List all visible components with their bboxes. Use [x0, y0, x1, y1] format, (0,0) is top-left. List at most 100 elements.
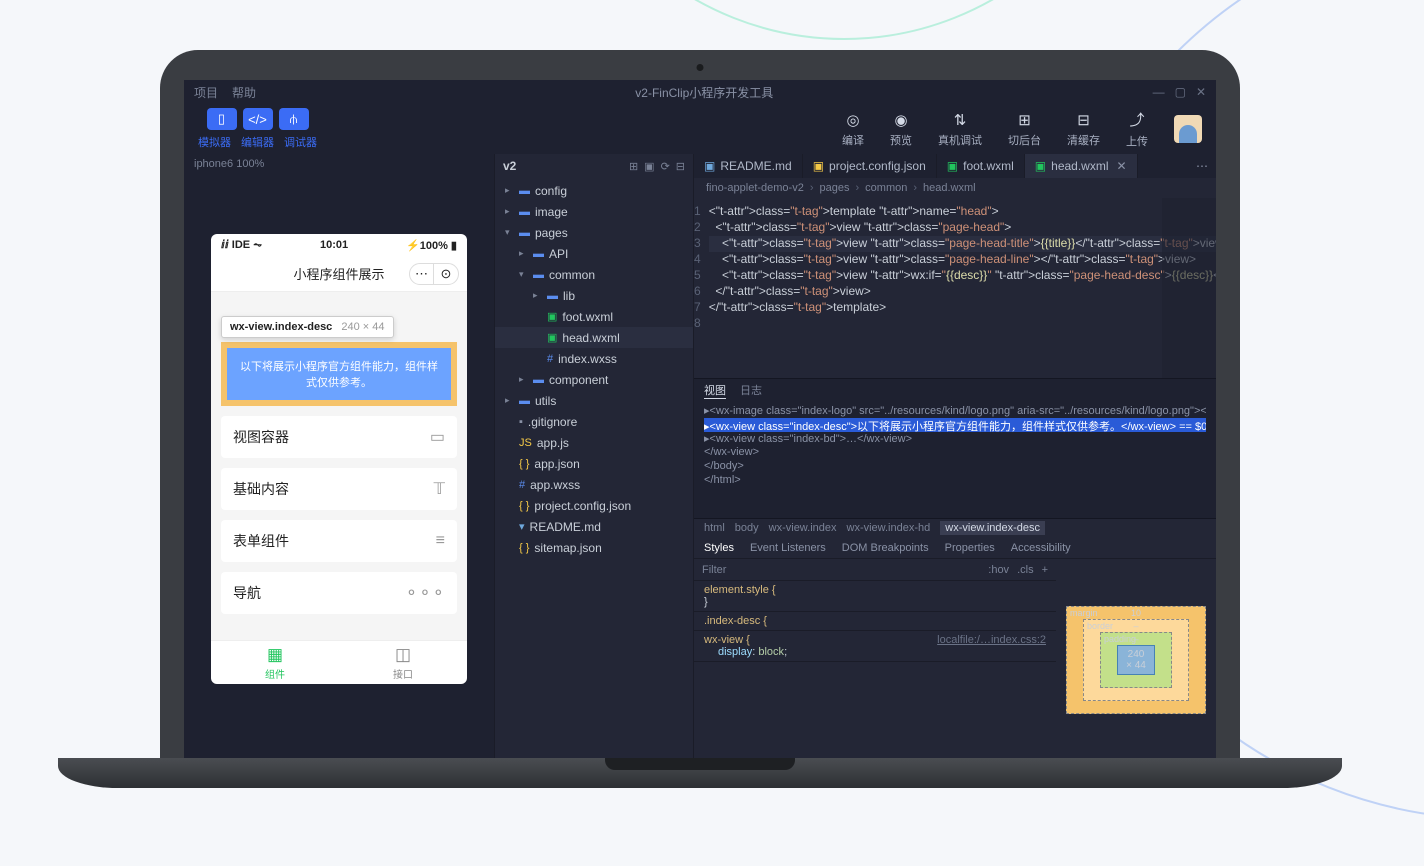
view-tab-simulator[interactable]: ▯ — [207, 108, 237, 130]
code-line[interactable]: </"t-attr">class="t-tag">template> — [709, 300, 1216, 316]
capsule-menu-icon[interactable]: ⋯ — [410, 264, 434, 284]
crumb-item[interactable]: common — [865, 182, 907, 194]
editor-tab[interactable]: ▣head.wxml✕ — [1025, 154, 1138, 178]
tree-node[interactable]: ▾README.md — [495, 516, 693, 537]
dev-crumb-item[interactable]: wx-view.index-desc — [940, 521, 1045, 535]
editor-tab[interactable]: ▣project.config.json — [803, 154, 937, 178]
dom-node[interactable]: ▸<wx-image class="index-logo" src="../re… — [704, 404, 1206, 418]
capsule-button[interactable]: ⋯ ⊙ — [409, 263, 459, 285]
tree-node[interactable]: ▣foot.wxml — [495, 306, 693, 327]
dev-crumb-item[interactable]: body — [735, 522, 759, 534]
dom-tree[interactable]: ▸<wx-image class="index-logo" src="../re… — [694, 402, 1216, 490]
list-item[interactable]: 表单组件≡ — [221, 520, 457, 562]
tabbar-item[interactable]: ◫接口 — [339, 641, 467, 684]
code-lines[interactable]: <"t-attr">class="t-tag">template "t-attr… — [709, 198, 1216, 378]
toolbar-remote-debug[interactable]: ⇅真机调试 — [938, 111, 982, 148]
tabbar-item[interactable]: ▦组件 — [211, 641, 339, 684]
tree-node[interactable]: ▾▬pages — [495, 222, 693, 243]
tree-node[interactable]: ▸▬utils — [495, 390, 693, 411]
cls-toggle[interactable]: .cls — [1017, 564, 1034, 576]
list-item[interactable]: 视图容器▭ — [221, 416, 457, 458]
phone-content[interactable]: wx-view.index-desc 240 × 44 以下将展示小程序官方组件… — [211, 292, 467, 640]
dev-crumb-item[interactable]: wx-view.index-hd — [847, 522, 931, 534]
breadcrumb[interactable]: fino-applet-demo-v2›pages›common›head.wx… — [694, 178, 1216, 198]
dev-crumb-item[interactable]: wx-view.index — [769, 522, 837, 534]
add-rule-icon[interactable]: + — [1042, 564, 1048, 576]
tree-node[interactable]: ▸▬config — [495, 180, 693, 201]
hov-toggle[interactable]: :hov — [988, 564, 1009, 576]
tree-node[interactable]: { }project.config.json — [495, 495, 693, 516]
tree-node[interactable]: JSapp.js — [495, 432, 693, 453]
tree-node[interactable]: { }sitemap.json — [495, 537, 693, 558]
tab-more-icon[interactable]: ⋯ — [1188, 154, 1216, 178]
capsule-close-icon[interactable]: ⊙ — [434, 264, 458, 284]
dev-crumb-item[interactable]: html — [704, 522, 725, 534]
minimize-icon[interactable]: — — [1153, 85, 1165, 99]
refresh-icon[interactable]: ⟳ — [661, 160, 670, 173]
file-tree[interactable]: ▸▬config▸▬image▾▬pages▸▬API▾▬common▸▬lib… — [495, 178, 693, 760]
tree-node[interactable]: { }app.json — [495, 453, 693, 474]
view-tab-debugger[interactable]: ⫛ — [279, 108, 309, 130]
tree-node[interactable]: ▸▬component — [495, 369, 693, 390]
close-icon[interactable]: ✕ — [1196, 85, 1206, 99]
view-tab-editor[interactable]: </> — [243, 108, 273, 130]
style-rule[interactable]: element.style {} — [694, 581, 1056, 612]
minimap[interactable] — [1162, 198, 1216, 378]
crumb-item[interactable]: pages — [820, 182, 850, 194]
dom-node[interactable]: ▸<wx-view class="index-desc">以下将展示小程序官方组… — [704, 418, 1206, 432]
tree-node[interactable]: ▸▬API — [495, 243, 693, 264]
dom-tab-log[interactable]: 日志 — [740, 382, 762, 399]
menu-project[interactable]: 项目 — [194, 84, 218, 101]
dom-tab-view[interactable]: 视图 — [704, 382, 726, 399]
list-item[interactable]: 基础内容𝕋 — [221, 468, 457, 510]
code-line[interactable]: </"t-attr">class="t-tag">view> — [709, 284, 1216, 300]
tree-node[interactable]: ▪.gitignore — [495, 411, 693, 432]
editor-tab[interactable]: ▣README.md — [694, 154, 803, 178]
list-item[interactable]: 导航⚬⚬⚬ — [221, 572, 457, 614]
code-line[interactable]: <"t-attr">class="t-tag">view "t-attr">cl… — [709, 252, 1216, 268]
editor-tab[interactable]: ▣foot.wxml — [937, 154, 1025, 178]
style-rule[interactable]: .index-desc {</span></div><div class="pr… — [694, 612, 1056, 631]
devtools-tab[interactable]: Properties — [945, 542, 995, 554]
dom-node[interactable]: ▸<wx-view class="index-bd">…</wx-view> — [704, 432, 1206, 446]
devtools-crumb[interactable]: html body wx-view.index wx-view.index-hd wx-… — [694, 519, 1216, 537]
styles-filter-input[interactable]: Filter — [702, 564, 726, 576]
new-folder-icon[interactable]: ▣ — [644, 160, 654, 173]
devtools-tab[interactable]: Styles — [704, 542, 734, 554]
dom-node[interactable]: </wx-view> — [704, 446, 1206, 460]
styles-panel[interactable]: Filter :hov .cls + element.style {}.inde… — [694, 559, 1056, 760]
tree-node[interactable]: ▾▬common — [495, 264, 693, 285]
crumb-item[interactable]: head.wxml — [923, 182, 976, 194]
new-file-icon[interactable]: ⊞ — [629, 160, 638, 173]
devtools-tab[interactable]: Accessibility — [1011, 542, 1071, 554]
code-line[interactable]: <"t-attr">class="t-tag">view "t-attr">wx… — [709, 268, 1216, 284]
toolbar-clear-cache[interactable]: ⊟清缓存 — [1067, 111, 1100, 148]
toolbar-background[interactable]: ⊞切后台 — [1008, 111, 1041, 148]
code-line[interactable] — [709, 316, 1216, 332]
toolbar-preview[interactable]: ◉预览 — [890, 111, 912, 148]
dom-node[interactable]: </body> — [704, 460, 1206, 474]
devtools-tab[interactable]: DOM Breakpoints — [842, 542, 929, 554]
avatar[interactable] — [1174, 115, 1202, 143]
tree-node[interactable]: ▣head.wxml — [495, 327, 693, 348]
code-line[interactable]: <"t-attr">class="t-tag">view "t-attr">cl… — [709, 220, 1216, 236]
highlighted-element[interactable]: 以下将展示小程序官方组件能力，组件样式仅供参考。 — [221, 342, 457, 406]
crumb-item[interactable]: fino-applet-demo-v2 — [706, 182, 804, 194]
tree-node[interactable]: #app.wxss — [495, 474, 693, 495]
devtools-tab[interactable]: Event Listeners — [750, 542, 826, 554]
menu-help[interactable]: 帮助 — [232, 84, 256, 101]
tree-root-name[interactable]: v2 — [503, 159, 516, 173]
code-line[interactable]: <"t-attr">class="t-tag">view "t-attr">cl… — [709, 236, 1216, 252]
code-editor[interactable]: 12345678 <"t-attr">class="t-tag">templat… — [694, 198, 1216, 378]
toolbar-compile[interactable]: ◎编译 — [842, 111, 864, 148]
style-rule[interactable]: wx-view {localfile:/…index.css:2display:… — [694, 631, 1056, 662]
tree-node[interactable]: #index.wxss — [495, 348, 693, 369]
tree-node[interactable]: ▸▬image — [495, 201, 693, 222]
collapse-icon[interactable]: ⊟ — [676, 160, 685, 173]
maximize-icon[interactable]: ▢ — [1175, 85, 1186, 99]
tree-node[interactable]: ▸▬lib — [495, 285, 693, 306]
tab-close-icon[interactable]: ✕ — [1117, 159, 1127, 173]
simulator-device-label[interactable]: iphone6 100% — [184, 154, 494, 174]
dom-node[interactable]: </html> — [704, 474, 1206, 488]
code-line[interactable]: <"t-attr">class="t-tag">template "t-attr… — [709, 204, 1216, 220]
